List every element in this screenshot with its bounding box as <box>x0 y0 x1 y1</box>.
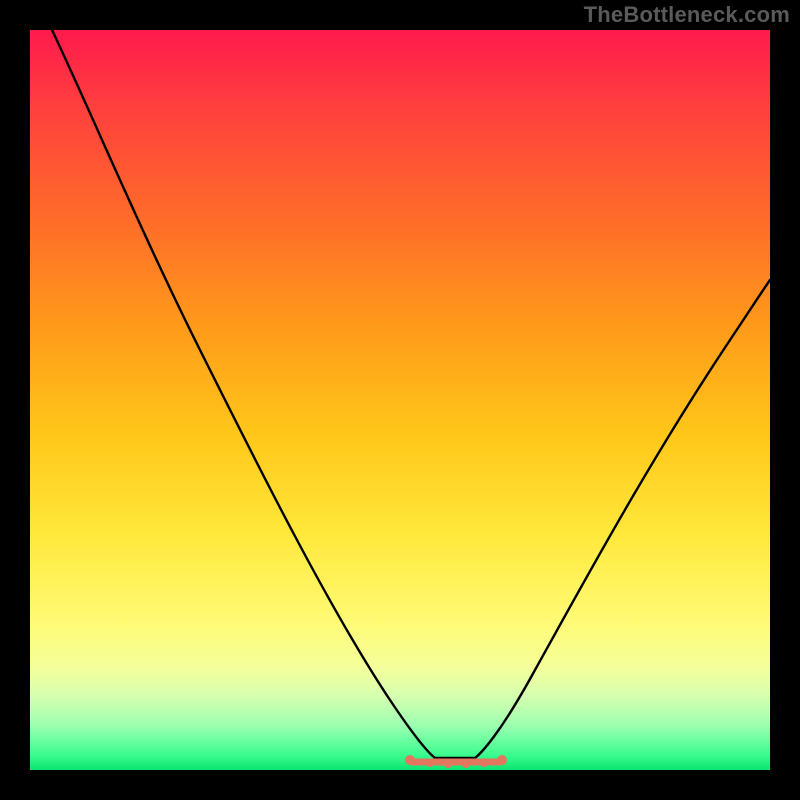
watermark-text: TheBottleneck.com <box>584 2 790 28</box>
bottleneck-curve <box>52 30 770 758</box>
chart-frame: TheBottleneck.com <box>0 0 800 800</box>
optimal-range-dot <box>426 759 434 767</box>
optimal-range-dot <box>444 760 452 768</box>
plot-area <box>30 30 770 770</box>
optimal-range-dot <box>480 759 488 767</box>
optimal-range-dot <box>462 760 470 768</box>
optimal-range-dot-right <box>497 755 507 765</box>
optimal-range-dot-left <box>405 755 415 765</box>
curve-svg <box>30 30 770 770</box>
